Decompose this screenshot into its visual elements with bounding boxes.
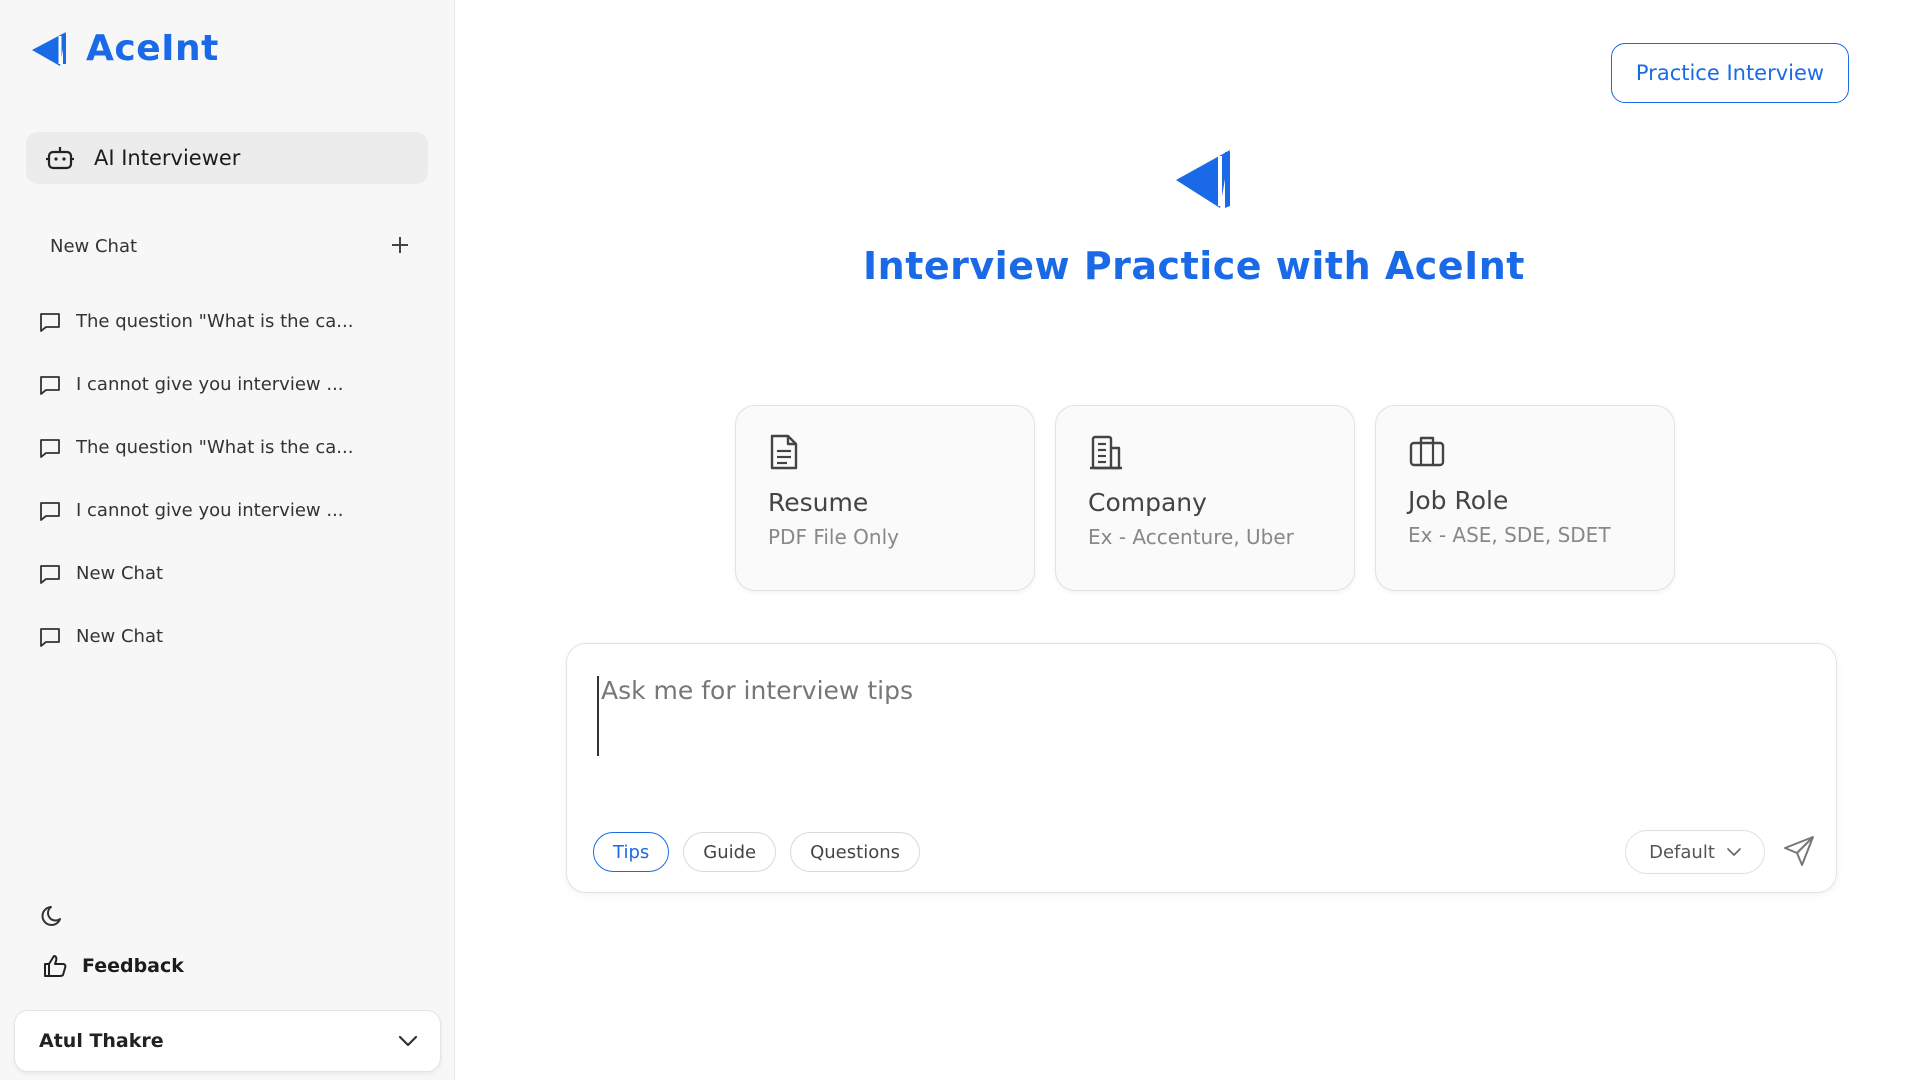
chat-composer: Tips Guide Questions Default [566, 643, 1837, 893]
resume-card[interactable]: Resume PDF File Only [735, 405, 1035, 591]
briefcase-icon [1409, 436, 1445, 467]
message-icon [40, 627, 60, 647]
moon-icon [41, 906, 61, 926]
card-subtitle: Ex - Accenture, Uber [1088, 525, 1294, 549]
robot-icon [46, 147, 74, 170]
chat-history-item[interactable]: I cannot give you interview ... [38, 479, 398, 542]
ai-interviewer-button[interactable]: AI Interviewer [26, 132, 428, 184]
feedback-button[interactable]: Feedback [42, 953, 184, 979]
main-content: Practice Interview Interview Practice wi… [456, 0, 1920, 1080]
user-menu[interactable]: Atul Thakre [14, 1010, 441, 1072]
chat-history-label: I cannot give you interview ... [76, 374, 344, 395]
building-icon [1090, 435, 1122, 470]
company-card[interactable]: Company Ex - Accenture, Uber [1055, 405, 1355, 591]
feedback-label: Feedback [82, 955, 184, 977]
brand-name: AceInt [86, 28, 219, 69]
chip-guide[interactable]: Guide [683, 832, 777, 872]
chat-history-label: I cannot give you interview ... [76, 500, 344, 521]
theme-toggle-button[interactable] [40, 903, 66, 933]
context-cards: Resume PDF File Only Company Ex - Accent… [735, 405, 1675, 591]
hero-logo [1172, 148, 1236, 216]
send-button[interactable] [1782, 834, 1816, 872]
message-icon [40, 501, 60, 521]
ai-interviewer-label: AI Interviewer [94, 146, 241, 170]
prompt-chips: Tips Guide Questions [593, 832, 920, 872]
model-select[interactable]: Default [1625, 830, 1765, 874]
message-icon [40, 312, 60, 332]
chat-history-item[interactable]: New Chat [38, 605, 398, 668]
chat-history-label: New Chat [76, 563, 164, 584]
thumbs-up-icon [44, 955, 67, 977]
card-subtitle: Ex - ASE, SDE, SDET [1408, 523, 1611, 547]
chip-questions[interactable]: Questions [790, 832, 920, 872]
message-icon [40, 438, 60, 458]
message-icon [40, 375, 60, 395]
chat-history-label: The question "What is the ca... [76, 437, 354, 458]
add-chat-button[interactable] [390, 231, 410, 261]
chevron-down-icon [398, 1035, 418, 1047]
model-select-value: Default [1649, 841, 1715, 863]
brand-logo[interactable]: AceInt [30, 28, 219, 69]
document-icon [770, 434, 798, 470]
card-subtitle: PDF File Only [768, 525, 899, 549]
card-title: Resume [768, 488, 869, 517]
chat-history-item[interactable]: New Chat [38, 542, 398, 605]
chevron-down-icon [1727, 847, 1741, 856]
practice-interview-button[interactable]: Practice Interview [1611, 43, 1849, 103]
aceint-logo-icon [1176, 150, 1230, 208]
message-icon [40, 564, 60, 584]
sidebar: AceInt AI Interviewer New Chat The quest… [0, 0, 455, 1080]
new-chat-label: New Chat [50, 235, 138, 257]
chat-history-list: The question "What is the ca... I cannot… [38, 290, 398, 668]
chat-input[interactable] [597, 676, 1797, 756]
send-icon [1784, 836, 1814, 866]
card-title: Job Role [1408, 486, 1509, 515]
chat-history-label: New Chat [76, 626, 164, 647]
aceint-logo-icon [32, 31, 66, 66]
card-title: Company [1088, 488, 1207, 517]
user-name: Atul Thakre [39, 1030, 164, 1052]
plus-icon [392, 237, 408, 253]
new-chat-row: New Chat [50, 230, 410, 262]
chip-tips[interactable]: Tips [593, 832, 670, 872]
chat-history-item[interactable]: The question "What is the ca... [38, 416, 398, 479]
chat-history-label: The question "What is the ca... [76, 311, 354, 332]
job-role-card[interactable]: Job Role Ex - ASE, SDE, SDET [1375, 405, 1675, 591]
hero-title: Interview Practice with AceInt [863, 244, 1525, 288]
chat-history-item[interactable]: I cannot give you interview ... [38, 353, 398, 416]
chat-history-item[interactable]: The question "What is the ca... [38, 290, 398, 353]
